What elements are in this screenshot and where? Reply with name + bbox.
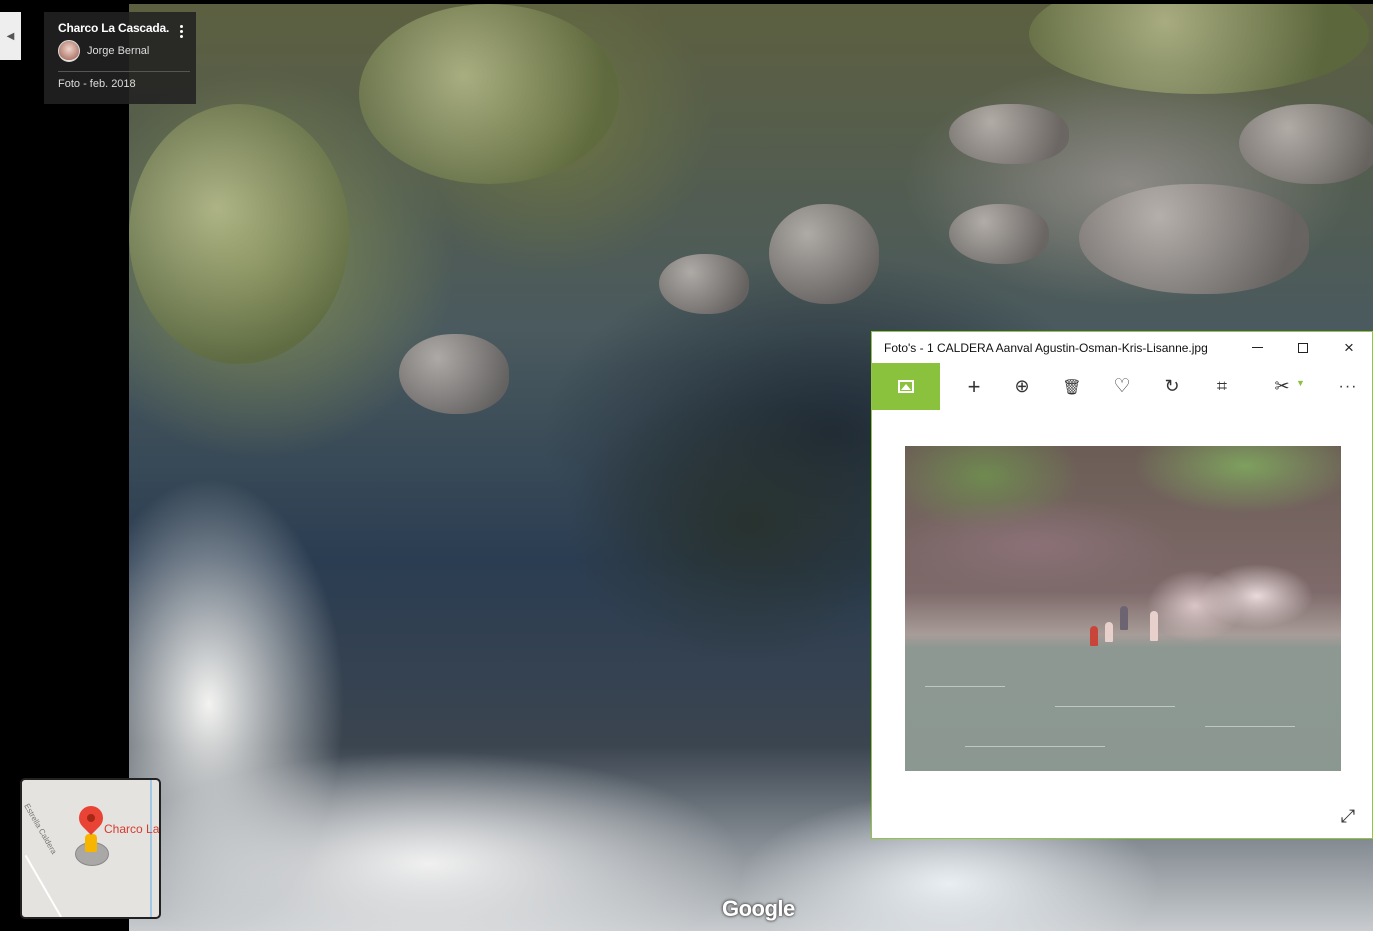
person (1150, 611, 1158, 641)
minimize-button[interactable] (1234, 332, 1280, 363)
rock (949, 104, 1069, 164)
chevron-down-icon[interactable]: ▼ (1296, 378, 1305, 388)
minimize-icon (1251, 347, 1263, 348)
road-label: Estrella Caldera (22, 802, 59, 856)
image-icon (898, 380, 914, 393)
add-button[interactable]: + (952, 363, 996, 410)
close-button[interactable]: × (1326, 332, 1372, 363)
river (150, 780, 152, 917)
collapse-panel-button[interactable]: ◀ (0, 12, 21, 60)
road (24, 854, 82, 917)
photo-date: Foto - feb. 2018 (58, 78, 136, 90)
delete-icon: 🗑 (1062, 378, 1082, 396)
rotate-icon: ↻ (1164, 376, 1180, 396)
maximize-icon (1298, 342, 1308, 353)
map-pin-icon[interactable] (74, 801, 108, 835)
minimap[interactable]: Estrella Caldera Charco La (20, 778, 161, 919)
foliage (129, 104, 349, 364)
crop-button[interactable]: ⌗ (1200, 363, 1244, 410)
toolbar: + ⊕ 🗑 ♡ ↻ ⌗ ✂ ▼ ··· (872, 363, 1372, 410)
window-title: Foto's - 1 CALDERA Aanval Agustin-Osman-… (884, 340, 1208, 355)
water-ripple (965, 746, 1105, 747)
author-name[interactable]: Jorge Bernal (87, 45, 149, 57)
title-bar[interactable]: Foto's - 1 CALDERA Aanval Agustin-Osman-… (872, 332, 1372, 363)
place-title[interactable]: Charco La Cascada. (58, 21, 186, 35)
more-icon: ··· (1338, 377, 1358, 395)
heart-icon: ♡ (1113, 376, 1131, 397)
rock (399, 334, 509, 414)
photos-app-window: Foto's - 1 CALDERA Aanval Agustin-Osman-… (871, 331, 1373, 839)
water-ripple (1205, 726, 1295, 727)
expand-icon[interactable]: ⤢ (1338, 806, 1358, 826)
crop-icon: ⌗ (1216, 376, 1228, 396)
divider (58, 71, 190, 72)
add-icon: + (967, 373, 981, 399)
rock (769, 204, 879, 304)
person (1105, 622, 1113, 642)
caret-left-icon: ◀ (6, 30, 15, 42)
desktop: Google ◀ Charco La Cascada. Jorge Bernal… (0, 0, 1373, 931)
more-button[interactable]: ··· (1326, 363, 1370, 410)
avatar[interactable] (58, 40, 80, 62)
water-ripple (925, 686, 1005, 687)
rotate-button[interactable]: ↻ (1150, 363, 1194, 410)
foliage (359, 4, 619, 184)
photo-viewer-image[interactable] (905, 446, 1341, 771)
author-row[interactable]: Jorge Bernal (58, 40, 186, 62)
person (1120, 606, 1128, 630)
more-vert-icon[interactable] (180, 25, 184, 38)
person (1090, 626, 1098, 646)
favorite-button[interactable]: ♡ (1100, 363, 1144, 410)
rock (659, 254, 749, 314)
see-all-photos-button[interactable] (872, 363, 940, 410)
pin-label[interactable]: Charco La (104, 822, 159, 836)
maximize-button[interactable] (1280, 332, 1326, 363)
zoom-icon: ⊕ (1014, 376, 1030, 396)
zoom-button[interactable]: ⊕ (1000, 363, 1044, 410)
rock (1079, 184, 1309, 294)
water-ripple (1055, 706, 1175, 707)
rock (1239, 104, 1373, 184)
delete-button[interactable]: 🗑 (1050, 363, 1094, 410)
foliage (1029, 4, 1369, 94)
google-logo: Google (722, 896, 795, 921)
photo-info-card: Charco La Cascada. Jorge Bernal Foto - f… (44, 12, 196, 104)
close-icon: × (1344, 337, 1354, 357)
rock (949, 204, 1049, 264)
edit-icon: ✂ (1274, 376, 1290, 396)
